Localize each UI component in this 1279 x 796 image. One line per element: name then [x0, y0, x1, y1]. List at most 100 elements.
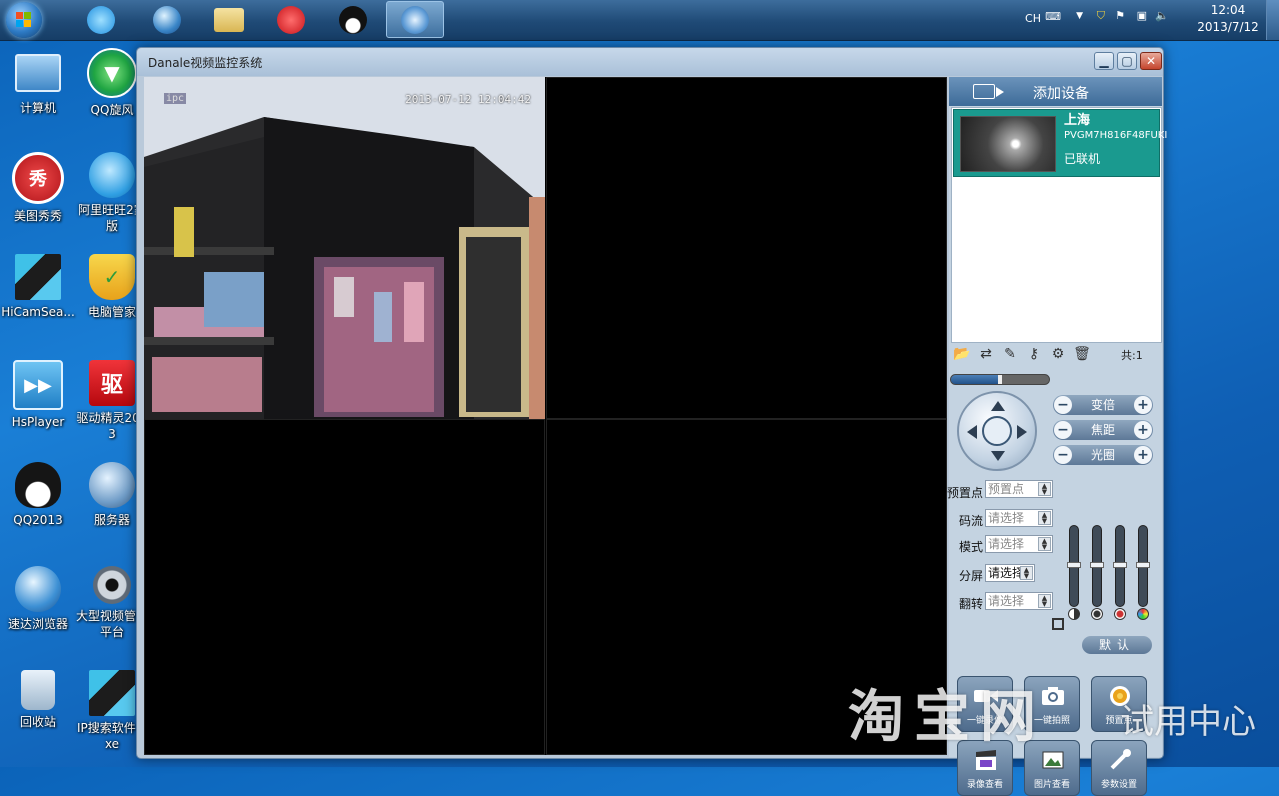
taskbar-ie[interactable] [72, 1, 130, 38]
maximize-button[interactable]: ▢ [1117, 52, 1137, 70]
show-desktop-button[interactable] [1266, 0, 1279, 40]
desktop-icon-hsplayer[interactable]: ▶▶ HsPlayer [0, 360, 76, 430]
ptz-right-arrow[interactable] [1017, 425, 1027, 439]
desktop-icon-hicamsearch[interactable]: HiCamSea... [0, 254, 76, 320]
speaker-icon[interactable]: 🔈 [1155, 9, 1169, 22]
aliwangwang-icon [89, 152, 135, 198]
computer-icon [15, 54, 61, 92]
split-select[interactable]: 请选择 ▲ ▼ [985, 564, 1035, 582]
edit-icon[interactable]: ✎ [1001, 345, 1019, 363]
gear-icon[interactable]: ⚙ [1049, 345, 1067, 363]
device-status: 已联机 [1064, 152, 1101, 166]
spinner-icon[interactable]: ▲ ▼ [1038, 482, 1051, 496]
volume-slider[interactable] [950, 374, 1050, 385]
flip-label: 翻转 [958, 597, 983, 611]
key-icon[interactable]: ⚷ [1025, 345, 1043, 363]
clock-time[interactable]: 12:04 [1193, 3, 1263, 17]
hue-slider[interactable] [1136, 525, 1150, 607]
play-icon: ▶▶ [13, 360, 63, 410]
preset-select[interactable]: 预置点 ▲ ▼ [985, 480, 1053, 498]
spinner-icon[interactable]: ▲ ▼ [1020, 566, 1033, 580]
watermark-logo: 淘宝网 [848, 685, 1046, 750]
camera-feed-image [144, 77, 545, 419]
desktop-icon-label: 计算机 [19, 101, 56, 115]
refresh-icon[interactable]: ⇄ [977, 345, 995, 363]
taskbar-explorer[interactable] [200, 1, 258, 38]
spinner-icon[interactable]: ▲ ▼ [1038, 537, 1051, 551]
fullscreen-icon[interactable] [1052, 618, 1064, 630]
volume-fill [951, 375, 1000, 384]
flag-icon[interactable]: ⚑ [1115, 9, 1125, 22]
default-button[interactable]: 默认 [1082, 636, 1152, 654]
flip-select[interactable]: 请选择 ▲ ▼ [985, 592, 1053, 610]
slider-knob[interactable] [1067, 562, 1081, 568]
desktop-icon-meitu[interactable]: 秀 美图秀秀 [0, 152, 76, 224]
mode-select[interactable]: 请选择 ▲ ▼ [985, 535, 1053, 553]
shield-icon[interactable]: ⛉ [1097, 9, 1105, 23]
taskbar-danale[interactable] [386, 1, 444, 38]
brightness-slider[interactable] [1067, 525, 1081, 607]
spinner-icon[interactable]: ▲ ▼ [1038, 594, 1051, 608]
open-folder-icon[interactable]: 📂 [953, 345, 971, 363]
video-pane-2[interactable] [546, 77, 947, 419]
taskbar-browser[interactable] [138, 1, 196, 38]
iris-label: 光圈 [1090, 448, 1115, 462]
iris-minus-button[interactable]: − [1054, 446, 1072, 464]
focus-label: 焦距 [1090, 423, 1115, 437]
desktop-icon-label: HsPlayer [11, 415, 65, 429]
device-toolbar: 📂 ⇄ ✎ ⚷ ⚙ 🗑 共:1 [951, 345, 1162, 365]
focus-plus-button[interactable]: + [1134, 421, 1152, 439]
recycle-bin-icon [21, 670, 55, 710]
iris-plus-button[interactable]: + [1134, 446, 1152, 464]
settings-label: 参数设置 [1100, 780, 1137, 790]
view-image-label: 图片查看 [1033, 780, 1070, 790]
minimize-button[interactable]: ▁ [1094, 52, 1114, 70]
settings-button[interactable]: 参数设置 [1091, 740, 1147, 796]
ptz-auto-icon[interactable] [982, 416, 1012, 446]
device-list-item[interactable]: 上海 PVGM7H816F48FUKI 已联机 [953, 109, 1167, 177]
language-indicator[interactable]: CH [1025, 12, 1041, 25]
zoom-plus-button[interactable]: + [1134, 396, 1152, 414]
taskbar-qq[interactable] [324, 1, 382, 38]
zoom-minus-button[interactable]: − [1054, 396, 1072, 414]
video-pane-1[interactable]: ipc 2013-07-12 12:04:42 [144, 77, 545, 419]
shield-icon: ✓ [89, 254, 135, 300]
start-button[interactable] [6, 2, 42, 38]
keyboard-icon[interactable]: ⌨ [1045, 10, 1061, 23]
focus-minus-button[interactable]: − [1054, 421, 1072, 439]
network-icon[interactable]: ▣ [1137, 9, 1147, 22]
meitu-icon [277, 5, 305, 34]
slider-knob[interactable] [1090, 562, 1104, 568]
ptz-down-arrow[interactable] [991, 451, 1005, 461]
saturation-slider[interactable] [1113, 525, 1127, 607]
stream-select-value: 请选择 [988, 511, 1025, 525]
slider-knob[interactable] [1136, 562, 1150, 568]
ptz-up-arrow[interactable] [991, 401, 1005, 411]
close-button[interactable]: ✕ [1140, 52, 1162, 70]
slider-knob[interactable] [1113, 562, 1127, 568]
desktop-icon-recyclebin[interactable]: 回收站 [0, 670, 76, 730]
stream-select[interactable]: 请选择 ▲ ▼ [985, 509, 1053, 527]
desktop-icon-computer[interactable]: 计算机 [0, 48, 76, 116]
clock-date[interactable]: 2013/7/12 [1193, 20, 1263, 34]
window-titlebar[interactable]: Danale视频监控系统 ▁ ▢ ✕ [137, 48, 1163, 76]
taskbar-meitu[interactable] [262, 1, 320, 38]
iris-control: − 光圈 + [1053, 445, 1153, 465]
tray-expand-icon[interactable]: ▼ [1076, 11, 1083, 21]
spinner-icon[interactable]: ▲ ▼ [1038, 511, 1051, 525]
ptz-direction-pad[interactable] [957, 391, 1037, 471]
volume-knob[interactable] [998, 375, 1002, 384]
contrast-slider[interactable] [1090, 525, 1104, 607]
ptz-left-arrow[interactable] [967, 425, 977, 439]
desktop-icon-label: HiCamSea... [1, 305, 75, 319]
desktop-icon-sudabrowser[interactable]: 速达浏览器 [0, 566, 76, 632]
flip-select-value: 请选择 [988, 594, 1025, 608]
meitu-icon: 秀 [12, 152, 64, 204]
qq-penguin-icon [15, 462, 61, 508]
server-icon [89, 462, 135, 508]
video-pane-3[interactable] [144, 419, 545, 755]
trash-icon[interactable]: 🗑 [1073, 345, 1091, 363]
focus-control: − 焦距 + [1053, 420, 1153, 440]
add-device-button[interactable]: 添加设备 [949, 77, 1162, 106]
desktop-icon-qq2013[interactable]: QQ2013 [0, 462, 76, 528]
